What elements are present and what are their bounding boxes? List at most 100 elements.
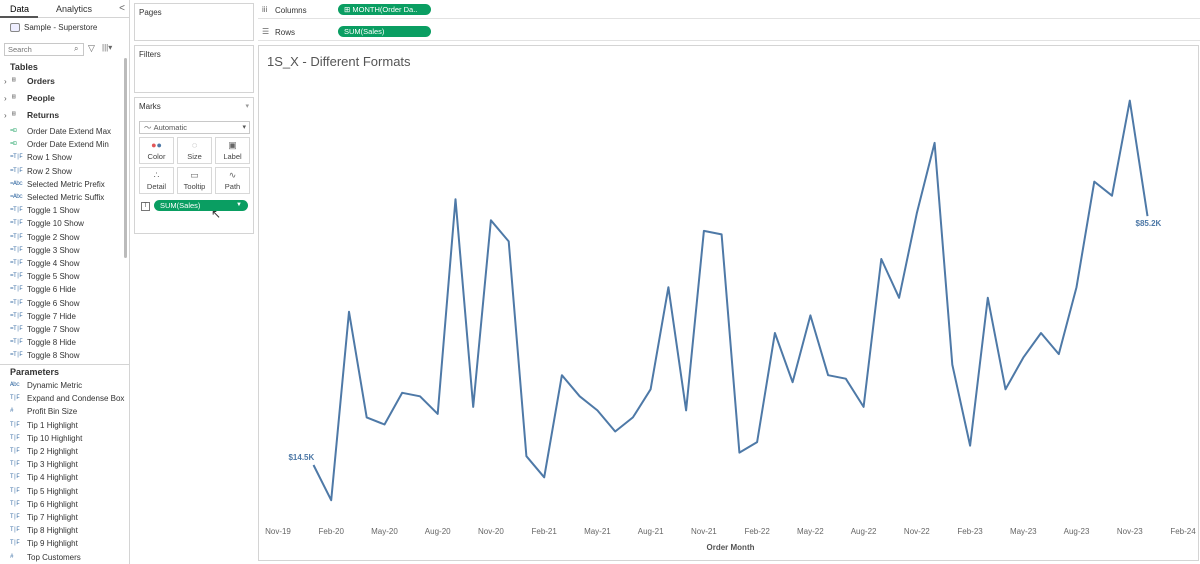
x-tick-label: Nov-22 — [904, 527, 930, 536]
detail-icon: ∴ — [153, 170, 160, 180]
size-button[interactable]: ◌ Size — [177, 137, 212, 164]
field-item[interactable]: =⊡ Order Date Extend Min — [0, 140, 124, 153]
sales-line[interactable] — [312, 99, 1149, 502]
parameter-item[interactable]: T|F Tip 1 Highlight — [0, 421, 124, 434]
parameter-item[interactable]: T|F Tip 9 Highlight — [0, 539, 124, 552]
field-item[interactable]: =T|F Toggle 5 Show — [0, 272, 124, 285]
view-options-icon[interactable]: |||▾ — [102, 43, 112, 52]
datasource-name: Sample - Superstore — [24, 23, 98, 32]
chevron-right-icon[interactable]: › — [4, 94, 7, 103]
tab-data[interactable]: Data — [10, 4, 29, 14]
pill-dropdown-icon[interactable]: ▼ — [236, 200, 242, 211]
field-item[interactable]: =T|F Toggle 7 Show — [0, 325, 124, 338]
x-tick-label: Nov-20 — [478, 527, 504, 536]
table-item[interactable]: › ▤ Orders — [0, 76, 124, 89]
field-item[interactable]: =⊡ Order Date Extend Max — [0, 127, 124, 140]
field-name: Row 2 Show — [27, 166, 72, 176]
parameter-item[interactable]: T|F Tip 5 Highlight — [0, 487, 124, 500]
fields-scrollbar[interactable] — [124, 58, 127, 258]
parameter-item[interactable]: T|F Tip 8 Highlight — [0, 526, 124, 539]
x-tick-label: Nov-23 — [1117, 527, 1143, 536]
parameter-name: Tip 9 Highlight — [27, 539, 78, 549]
field-item[interactable]: =T|F Toggle 4 Show — [0, 259, 124, 272]
mouse-cursor-icon: ↖ — [211, 207, 222, 221]
parameter-item[interactable]: T|F Tip 4 Highlight — [0, 473, 124, 486]
path-button[interactable]: ∿ Path — [215, 167, 250, 194]
pane-divider[interactable] — [0, 364, 129, 365]
table-item[interactable]: › ▤ Returns — [0, 110, 124, 123]
label-button[interactable]: ▣ Label — [215, 137, 250, 164]
parameter-item[interactable]: T|F Tip 10 Highlight — [0, 434, 124, 447]
columns-month-pill[interactable]: ⊞ MONTH(Order Da.. — [338, 4, 431, 15]
color-button[interactable]: ●● Color — [139, 137, 174, 164]
filter-icon[interactable]: ▽ — [88, 43, 95, 54]
field-name: Toggle 5 Show — [27, 272, 80, 282]
viz-area[interactable]: 1S_X - Different Formats Nov-19 Feb-20 May… — [258, 45, 1199, 561]
chevron-right-icon[interactable]: › — [4, 111, 7, 120]
x-tick-label: May-22 — [797, 527, 824, 536]
line-chart[interactable]: Nov-19 Feb-20 May-20 Aug-20 Nov-20 Feb-21 May-… — [259, 46, 1198, 560]
x-tick-label: Aug-22 — [851, 527, 877, 536]
x-tick-label: Aug-20 — [425, 527, 451, 536]
field-item[interactable]: =T|F Toggle 10 Show — [0, 219, 124, 232]
parameter-name: Tip 8 Highlight — [27, 526, 78, 536]
collapse-pane-icon[interactable]: < — [119, 3, 125, 14]
tab-analytics[interactable]: Analytics — [56, 4, 92, 14]
field-item[interactable]: =T|F Toggle 3 Show — [0, 246, 124, 259]
table-item[interactable]: › ▤ People — [0, 93, 124, 106]
field-item[interactable]: =T|F Toggle 1 Show — [0, 206, 124, 219]
field-type-icon: =T|F — [10, 338, 23, 346]
marks-card: Marks ▾ 〜 Automatic ▾ ●● Color ◌ Size ▣ … — [134, 97, 254, 234]
size-icon: ◌ — [191, 140, 198, 150]
parameter-type-icon: T|F — [10, 539, 20, 547]
tooltip-button[interactable]: ▭ Tooltip — [177, 167, 212, 194]
field-item[interactable]: =T|F Toggle 7 Hide — [0, 312, 124, 325]
field-type-icon: =⊡ — [10, 140, 17, 148]
chevron-right-icon[interactable]: › — [4, 77, 7, 86]
x-tick-label: Feb-20 — [319, 527, 345, 536]
search-icon[interactable]: ⌕ — [74, 44, 78, 54]
filters-card[interactable]: Filters — [134, 45, 254, 93]
table-name: Returns — [27, 110, 60, 120]
field-item[interactable]: =T|F Row 1 Show — [0, 153, 124, 166]
field-name: Toggle 8 Hide — [27, 338, 76, 348]
detail-button[interactable]: ∴ Detail — [139, 167, 174, 194]
parameter-item[interactable]: T|F Tip 2 Highlight — [0, 447, 124, 460]
field-item[interactable]: =T|F Toggle 8 Show — [0, 351, 124, 364]
parameter-item[interactable]: # Top Customers — [0, 553, 124, 564]
field-item[interactable]: =Abc Selected Metric Prefix — [0, 180, 124, 193]
marks-menu-icon[interactable]: ▾ — [245, 102, 249, 110]
parameter-item[interactable]: T|F Tip 6 Highlight — [0, 500, 124, 513]
parameter-item[interactable]: T|F Tip 3 Highlight — [0, 460, 124, 473]
mark-type-select[interactable]: 〜 Automatic ▾ — [139, 121, 250, 134]
field-name: Toggle 6 Show — [27, 298, 80, 308]
parameter-type-icon: T|F — [10, 499, 20, 507]
parameter-item[interactable]: Abc Dynamic Metric — [0, 381, 124, 394]
x-tick-label: Feb-22 — [744, 527, 770, 536]
x-tick-label: Feb-21 — [531, 527, 557, 536]
field-name: Toggle 7 Show — [27, 325, 80, 334]
parameter-item[interactable]: T|F Expand and Condense Box — [0, 394, 124, 407]
x-tick-label: Aug-23 — [1064, 527, 1090, 536]
field-item[interactable]: =T|F Toggle 6 Hide — [0, 285, 124, 298]
field-item[interactable]: =T|F Row 2 Show — [0, 167, 124, 180]
parameter-type-icon: # — [10, 407, 14, 415]
columns-shelf[interactable]: iii Columns ⊞ MONTH(Order Da.. — [258, 1, 1200, 19]
search-input[interactable] — [4, 43, 84, 56]
field-item[interactable]: =T|F Toggle 6 Show — [0, 299, 124, 312]
pages-card[interactable]: Pages — [134, 3, 254, 41]
field-item[interactable]: =T|F Toggle 2 Show — [0, 233, 124, 246]
rows-sum-sales-pill[interactable]: SUM(Sales) — [338, 26, 431, 37]
datasource[interactable]: Sample - Superstore — [10, 23, 97, 32]
field-item[interactable]: =Abc Selected Metric Suffix — [0, 193, 124, 206]
parameters-header: Parameters — [10, 367, 60, 377]
field-name: Selected Metric Suffix — [27, 193, 105, 202]
parameter-item[interactable]: T|F Tip 7 Highlight — [0, 513, 124, 526]
parameter-type-icon: T|F — [10, 420, 20, 428]
label-sum-sales-pill[interactable]: SUM(Sales) ▼ — [154, 200, 248, 211]
rows-shelf[interactable]: ☰ Rows SUM(Sales) — [258, 23, 1200, 41]
field-item[interactable]: =T|F Toggle 8 Hide — [0, 338, 124, 351]
parameter-item[interactable]: # Profit Bin Size — [0, 407, 124, 420]
viz-title: 1S_X - Different Formats — [267, 54, 411, 69]
parameter-name: Tip 2 Highlight — [27, 447, 78, 456]
